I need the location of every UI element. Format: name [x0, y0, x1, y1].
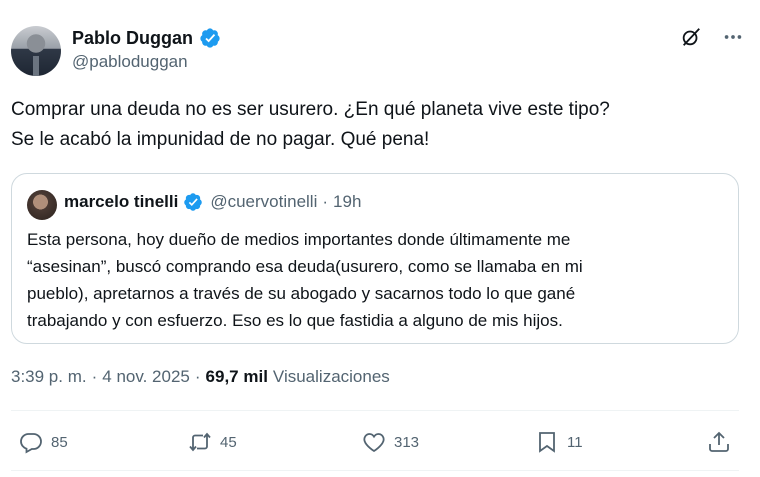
- verified-badge-icon: [184, 193, 203, 211]
- views-label: Visualizaciones: [272, 367, 390, 386]
- quoted-text-line: trabajando y con esfuerzo. Eso es lo que…: [27, 311, 563, 330]
- tweet-meta: 3:39 p. m. · 4 nov. 2025 · 69,7 mil Visu…: [11, 367, 390, 387]
- quoted-author-name[interactable]: marcelo tinelli: [64, 192, 178, 212]
- bookmark-icon: [539, 432, 555, 453]
- quoted-tweet-text: Esta persona, hoy dueño de medios import…: [27, 226, 583, 334]
- like-icon: [363, 433, 385, 453]
- bookmark-count: 11: [567, 433, 583, 451]
- quoted-text-line: “asesinan”, buscó comprando esa deuda(us…: [27, 257, 583, 276]
- quoted-text-line: pueblo), apretarnos a través de su aboga…: [27, 284, 576, 303]
- reply-button[interactable]: 85: [19, 424, 68, 460]
- repost-button[interactable]: 45: [188, 424, 237, 460]
- reply-icon: [20, 433, 42, 454]
- quoted-author-avatar[interactable]: [27, 190, 57, 220]
- meta-separator: ·: [194, 367, 201, 386]
- divider: [11, 410, 739, 411]
- author-avatar[interactable]: [11, 26, 61, 76]
- tweet-text: Comprar una deuda no es ser usurero. ¿En…: [11, 95, 741, 155]
- repost-icon: [189, 432, 211, 452]
- quoted-separator: ·: [322, 192, 329, 211]
- author-row: Pablo Duggan: [72, 26, 221, 50]
- reply-count: 85: [51, 433, 68, 451]
- avatar-tie: [33, 56, 39, 76]
- more-icon[interactable]: [722, 26, 744, 48]
- share-icon: [709, 431, 729, 452]
- tweet-date[interactable]: 4 nov. 2025: [102, 367, 190, 387]
- quoted-timestamp[interactable]: 19h: [333, 192, 361, 212]
- quoted-author-handle[interactable]: @cuervotinelli: [210, 192, 317, 212]
- quoted-tweet[interactable]: marcelo tinelli @cuervotinelli · 19h Est…: [11, 173, 739, 344]
- tweet-actions: 85 45 313 11: [11, 424, 739, 460]
- share-button[interactable]: [707, 424, 731, 460]
- author-handle[interactable]: @pabloduggan: [72, 52, 221, 72]
- quoted-tweet-header: marcelo tinelli @cuervotinelli · 19h: [64, 192, 361, 212]
- tweet-time[interactable]: 3:39 p. m.: [11, 367, 87, 387]
- like-button[interactable]: 313: [362, 424, 419, 460]
- author-block: Pablo Duggan @pabloduggan: [72, 26, 221, 72]
- repost-count: 45: [220, 433, 237, 451]
- quoted-text-line: Esta persona, hoy dueño de medios import…: [27, 230, 571, 249]
- author-name[interactable]: Pablo Duggan: [72, 28, 193, 49]
- verified-badge-icon: [200, 28, 220, 48]
- like-count: 313: [394, 433, 420, 451]
- divider: [11, 470, 739, 471]
- grok-icon[interactable]: [680, 26, 702, 48]
- views-count: 69,7 mil: [205, 367, 268, 386]
- tweet-text-line: Comprar una deuda no es ser usurero. ¿En…: [11, 99, 610, 120]
- meta-separator: ·: [91, 367, 98, 386]
- tweet-top-actions: [680, 26, 744, 48]
- tweet-text-line: Se le acabó la impunidad de no pagar. Qu…: [11, 129, 430, 150]
- bookmark-button[interactable]: 11: [535, 424, 583, 460]
